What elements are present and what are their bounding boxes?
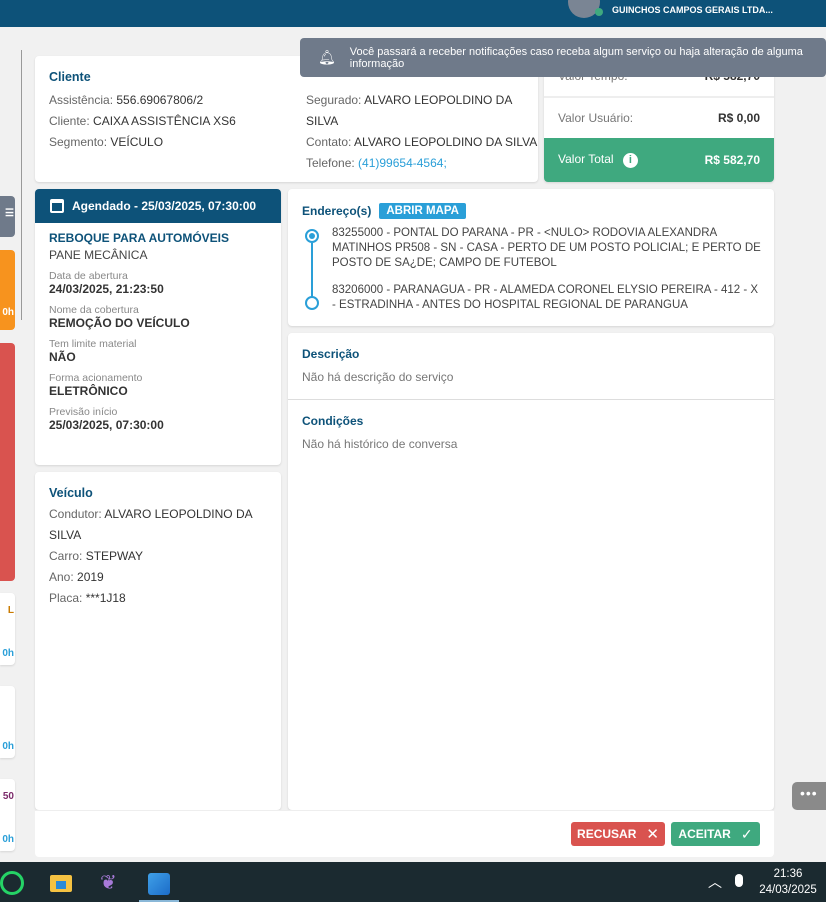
phone-link[interactable]: (41)99654-4564; <box>358 156 447 170</box>
list-item[interactable]: 50 0h <box>0 779 15 851</box>
field-label: Previsão início <box>49 406 118 418</box>
microphone-icon[interactable] <box>735 874 743 887</box>
total-value-row: Valor Total i R$ 582,70 <box>544 138 774 182</box>
address-card: Endereço(s) ABRIR MAPA 83255000 - PONTAL… <box>288 189 774 326</box>
notification-toast: 🔔︎ Você passará a receber notificações ca… <box>300 38 826 77</box>
photos-icon[interactable] <box>148 873 170 895</box>
contact-row: Contato: ALVARO LEOPOLDINO DA SILVA <box>306 135 538 149</box>
client-left-col: Assistência: 556.69067806/2 Cliente: CAI… <box>49 90 236 153</box>
field-label: Nome da cobertura <box>49 304 139 316</box>
segment-row: Segmento: VEÍCULO <box>49 135 164 149</box>
list-item[interactable] <box>0 343 15 581</box>
close-icon: ✕ <box>646 826 659 843</box>
description-card: Descrição Não há descrição do serviço Co… <box>288 333 774 810</box>
calendar-icon <box>50 199 64 213</box>
vehicle-title: Veículo <box>49 486 93 500</box>
list-item[interactable]: 0h <box>0 250 15 330</box>
problem: PANE MECÂNICA <box>49 248 148 262</box>
field-value: REMOÇÃO DO VEÍCULO <box>49 316 190 330</box>
client-right-col: Segurado: ALVARO LEOPOLDINO DA SILVA Con… <box>306 90 538 174</box>
service-type: REBOQUE PARA AUTOMÓVEIS <box>49 231 230 245</box>
user-value-row: Valor Usuário: R$ 0,00 <box>558 111 760 125</box>
clock[interactable]: 21:36 24/03/2025 <box>758 866 818 898</box>
field-value: 24/03/2025, 21:23:50 <box>49 282 164 296</box>
conditions-title: Condições <box>302 414 364 428</box>
chat-icon[interactable]: ••• <box>792 782 826 810</box>
taskbar: ❦ ︿ 21:36 24/03/2025 <box>0 862 826 902</box>
whatsapp-icon[interactable] <box>0 871 24 895</box>
schedule-header: Agendado - 25/03/2025, 07:30:00 <box>35 189 281 223</box>
origin-marker-icon <box>305 229 319 243</box>
check-icon: ✓ <box>740 825 753 842</box>
conditions-text: Não há histórico de conversa <box>302 437 458 451</box>
car-row: Carro: STEPWAY <box>49 549 144 563</box>
feather-app-icon[interactable]: ❦ <box>100 872 120 894</box>
plate-row: Placa: ***1J18 <box>49 591 126 605</box>
driver-row: Condutor: ALVARO LEOPOLDINO DA SILVA <box>49 507 252 542</box>
assistance-row: Assistência: 556.69067806/2 <box>49 93 204 107</box>
client-row: Cliente: CAIXA ASSISTÊNCIA XS6 <box>49 114 236 128</box>
insured-row: Segurado: ALVARO LEOPOLDINO DA SILVA <box>306 93 512 128</box>
divider <box>21 50 22 320</box>
open-map-button[interactable]: ABRIR MAPA <box>379 203 466 219</box>
route-line <box>311 243 313 297</box>
destination-address: 83206000 - PARANAGUA - PR - ALAMEDA CORO… <box>332 284 759 311</box>
description-text: Não há descrição do serviço <box>302 370 454 384</box>
field-value: ELETRÔNICO <box>49 384 128 398</box>
description-title: Descrição <box>302 347 360 361</box>
list-item-collapsed[interactable]: ☰ <box>0 196 15 237</box>
year-row: Ano: 2019 <box>49 570 104 584</box>
info-icon[interactable]: i <box>622 153 638 168</box>
list-item[interactable]: L 0h <box>0 593 15 665</box>
address-title: Endereço(s) <box>302 204 372 218</box>
schedule-card: Agendado - 25/03/2025, 07:30:00 REBOQUE … <box>35 189 281 465</box>
bell-icon: 🔔︎ <box>318 49 336 65</box>
company-name[interactable]: GUINCHOS CAMPOS GERAIS LTDA... <box>612 4 773 16</box>
destination-marker-icon <box>305 296 319 310</box>
refuse-button[interactable]: RECUSAR ✕ <box>571 822 665 846</box>
field-label: Data de abertura <box>49 270 128 282</box>
field-value: 25/03/2025, 07:30:00 <box>49 418 164 432</box>
field-value: NÃO <box>49 350 76 364</box>
vehicle-card: Veículo Condutor: ALVARO LEOPOLDINO DA S… <box>35 472 281 810</box>
phone-row: Telefone: (41)99654-4564; <box>306 156 447 170</box>
field-label: Forma acionamento <box>49 372 143 384</box>
file-explorer-icon[interactable] <box>50 875 72 892</box>
list-item[interactable]: 0h <box>0 686 15 758</box>
chevron-up-icon[interactable]: ︿ <box>708 872 722 892</box>
online-status-dot <box>595 8 603 16</box>
origin-address: 83255000 - PONTAL DO PARANA - PR - <NULO… <box>332 227 761 269</box>
accept-button[interactable]: ACEITAR ✓ <box>671 822 760 846</box>
field-label: Tem limite material <box>49 338 137 350</box>
